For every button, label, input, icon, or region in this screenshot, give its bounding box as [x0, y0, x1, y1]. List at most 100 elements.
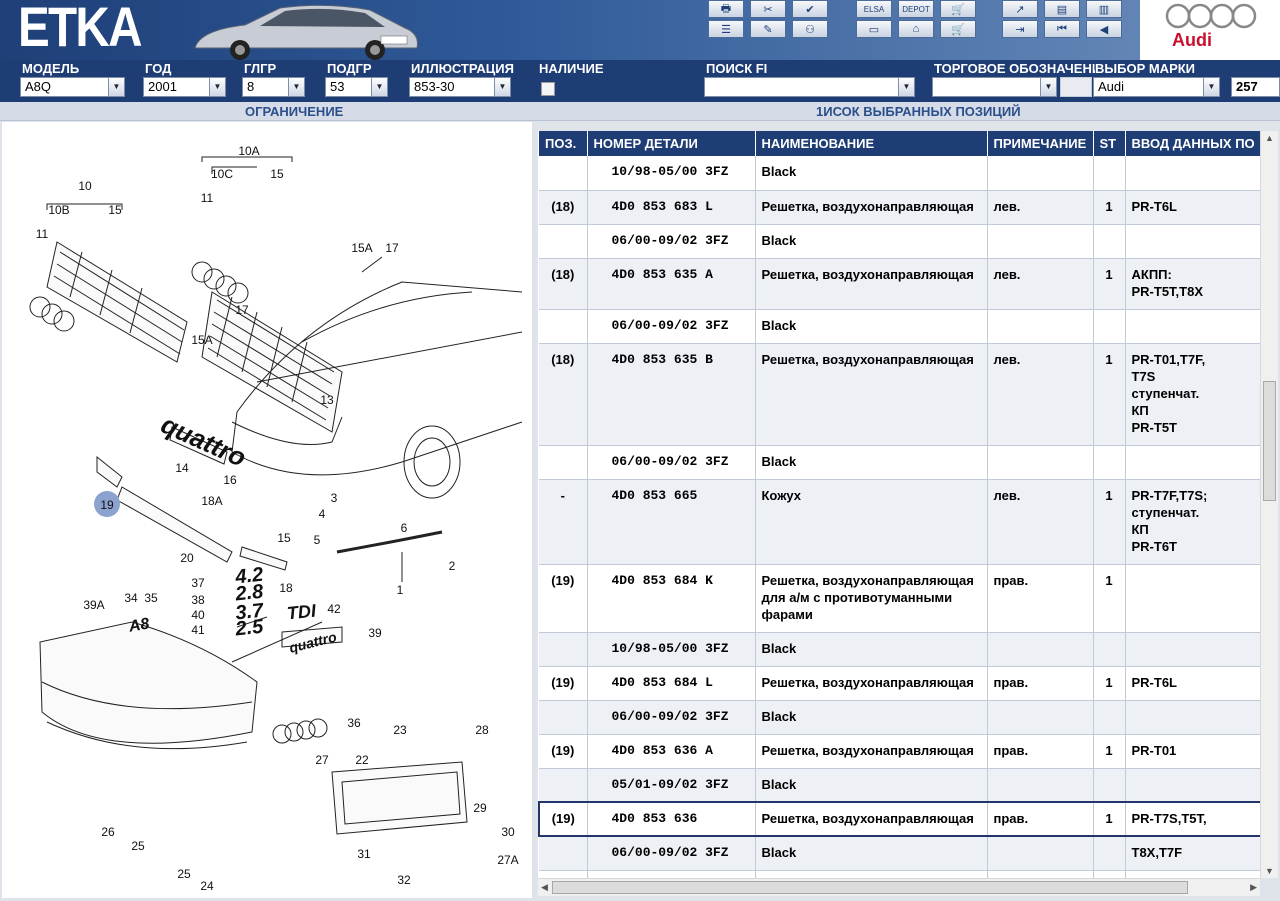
availability-checkbox[interactable]: [541, 82, 555, 96]
sub-group-select[interactable]: 53 ▼: [325, 77, 388, 97]
callout-label[interactable]: 32: [397, 873, 411, 887]
table-row[interactable]: 06/00-09/02 3FZ Black: [539, 309, 1260, 344]
table-row[interactable]: (19) 4D0 853 684 K Решетка, воздухонаправл…: [539, 564, 1260, 633]
table-row[interactable]: 06/00-09/02 3FZ Black: [539, 700, 1260, 735]
callout-label[interactable]: 15: [277, 531, 291, 545]
user-button[interactable]: ⚇: [792, 20, 828, 38]
callout-label[interactable]: 2: [449, 559, 456, 573]
table-row[interactable]: (18) 4D0 853 683 L Решетка, воздухонаправл…: [539, 190, 1260, 225]
callout-label[interactable]: 36: [347, 716, 361, 730]
trade-extra-field[interactable]: [1060, 77, 1092, 97]
table-row[interactable]: (19) 4D0 853 636 Решетка, воздухонаправляю…: [538, 801, 1260, 837]
callout-label[interactable]: 19: [100, 498, 114, 512]
callout-label[interactable]: 23: [393, 723, 407, 737]
scroll-right-icon[interactable]: ▶: [1250, 882, 1257, 893]
illustration-select[interactable]: 853-30 ▼: [409, 77, 511, 97]
callout-label[interactable]: 35: [144, 591, 158, 605]
monitor-button[interactable]: ▭: [856, 20, 892, 38]
parts-table-container[interactable]: ПОЗ. НОМЕР ДЕТАЛИ НАИМЕНОВАНИЕ ПРИМЕЧАНИЕ ST…: [538, 131, 1260, 878]
callout-label[interactable]: 14: [175, 461, 189, 475]
callout-label[interactable]: 10B: [48, 203, 69, 217]
callout-label[interactable]: 31: [357, 847, 371, 861]
callout-label[interactable]: 27A: [497, 853, 518, 867]
callout-label[interactable]: 13: [320, 393, 334, 407]
scroll-up-icon[interactable]: ▲: [1265, 133, 1274, 143]
first-button[interactable]: ⏮: [1044, 20, 1080, 38]
table-row[interactable]: 06/00-09/02 3FZ Black: [539, 445, 1260, 480]
callout-label[interactable]: 38: [191, 593, 205, 607]
callout-label[interactable]: 25: [131, 839, 145, 853]
scroll-down-icon[interactable]: ▼: [1265, 866, 1274, 876]
model-select[interactable]: A8Q ▼: [20, 77, 125, 97]
brand-select[interactable]: Audi ▼: [1093, 77, 1220, 97]
callout-label[interactable]: 11: [201, 191, 214, 205]
callout-label[interactable]: 5: [314, 533, 321, 547]
callout-label[interactable]: 16: [223, 473, 237, 487]
back-button[interactable]: ◀: [1086, 20, 1122, 38]
edit-button[interactable]: ✎: [750, 20, 786, 38]
callout-label[interactable]: 3: [331, 491, 338, 505]
vertical-scroll-thumb[interactable]: [1263, 381, 1276, 501]
vertical-scrollbar[interactable]: ▲ ▼: [1260, 131, 1278, 878]
exit-button[interactable]: ⇥: [1002, 20, 1038, 38]
main-group-select[interactable]: 8 ▼: [242, 77, 305, 97]
callout-label[interactable]: 40: [191, 608, 205, 622]
pages-button[interactable]: ▥: [1086, 0, 1122, 18]
column-header[interactable]: ST: [1093, 131, 1126, 156]
callout-label[interactable]: 28: [475, 723, 489, 737]
callout-label[interactable]: 1: [397, 583, 404, 597]
parts-illustration[interactable]: 10A 10C 15 10 10B 15 11 11 15A 17 17 15A 13 14 19 16 18A…: [2, 122, 532, 898]
callout-label[interactable]: 24: [200, 879, 214, 893]
year-select[interactable]: 2001 ▼: [143, 77, 226, 97]
callout-label[interactable]: 4: [319, 507, 326, 521]
depot-button[interactable]: DEPOT: [898, 0, 934, 18]
callout-label[interactable]: 42: [327, 602, 341, 616]
count-field[interactable]: 257: [1231, 77, 1280, 97]
table-row[interactable]: 204D0 853 667 BРешетка, воздухонаправляю…: [539, 870, 1260, 878]
callout-label[interactable]: 39A: [83, 598, 104, 612]
callout-label[interactable]: 10C: [211, 167, 233, 181]
elsa-button[interactable]: ELSA: [856, 0, 892, 18]
callout-label[interactable]: 26: [101, 825, 115, 839]
callout-label[interactable]: 39: [368, 626, 382, 640]
callout-label[interactable]: 34: [124, 591, 138, 605]
tools-button[interactable]: ✂: [750, 0, 786, 18]
shop-button[interactable]: ⌂: [898, 20, 934, 38]
column-header[interactable]: ПОЗ.: [539, 131, 588, 156]
callout-label[interactable]: 41: [191, 623, 205, 637]
table-row[interactable]: (18) 4D0 853 635 A Решетка, воздухонаправл…: [539, 258, 1260, 310]
callout-label[interactable]: 25: [177, 867, 191, 881]
callout-label[interactable]: 29: [473, 801, 487, 815]
table-row[interactable]: (19) 4D0 853 684 L Решетка, воздухонаправл…: [539, 666, 1260, 701]
callout-label[interactable]: 11: [36, 227, 49, 241]
callout-label[interactable]: 15A: [351, 241, 372, 255]
horizontal-scrollbar[interactable]: ◀ ▶: [538, 878, 1260, 896]
scroll-left-icon[interactable]: ◀: [541, 882, 548, 893]
exploded-view-diagram[interactable]: 10A10C 151010B 15111115A 171715A1314191618A…: [2, 122, 532, 898]
search-select[interactable]: ▼: [704, 77, 915, 97]
callout-label[interactable]: 20: [180, 551, 194, 565]
callout-label[interactable]: 37: [191, 576, 205, 590]
list-button[interactable]: ☰: [708, 20, 744, 38]
callout-label[interactable]: 10: [78, 179, 92, 193]
column-header[interactable]: НАИМЕНОВАНИЕ: [755, 131, 988, 156]
table-row[interactable]: 06/00-09/02 3FZ Black T8X,T7F: [539, 836, 1260, 871]
callout-label[interactable]: 15: [270, 167, 284, 181]
cart-button[interactable]: 🛒: [940, 0, 976, 18]
cart2-button[interactable]: 🛒: [940, 20, 976, 38]
callout-label[interactable]: 18: [279, 581, 293, 595]
callout-label[interactable]: 6: [401, 521, 408, 535]
callout-label[interactable]: 18A: [201, 494, 222, 508]
catalog-button[interactable]: ▤: [1044, 0, 1080, 18]
table-row[interactable]: (19) 4D0 853 636 A Решетка, воздухонаправл…: [539, 734, 1260, 769]
callout-label[interactable]: 10A: [238, 144, 259, 158]
callout-label[interactable]: 15: [108, 203, 122, 217]
callout-label[interactable]: 22: [355, 753, 369, 767]
callout-label[interactable]: 27: [315, 753, 329, 767]
table-row[interactable]: 06/00-09/02 3FZ Black: [539, 224, 1260, 259]
table-row[interactable]: 05/01-09/02 3FZ Black: [539, 768, 1260, 803]
callout-label[interactable]: 15A: [191, 333, 212, 347]
arrow-up-right-button[interactable]: ↗: [1002, 0, 1038, 18]
table-row[interactable]: -4D0 853 665 Кожух лев. 1 PR-T7F,T7S; ступенч…: [539, 479, 1260, 565]
trade-select[interactable]: ▼: [932, 77, 1057, 97]
